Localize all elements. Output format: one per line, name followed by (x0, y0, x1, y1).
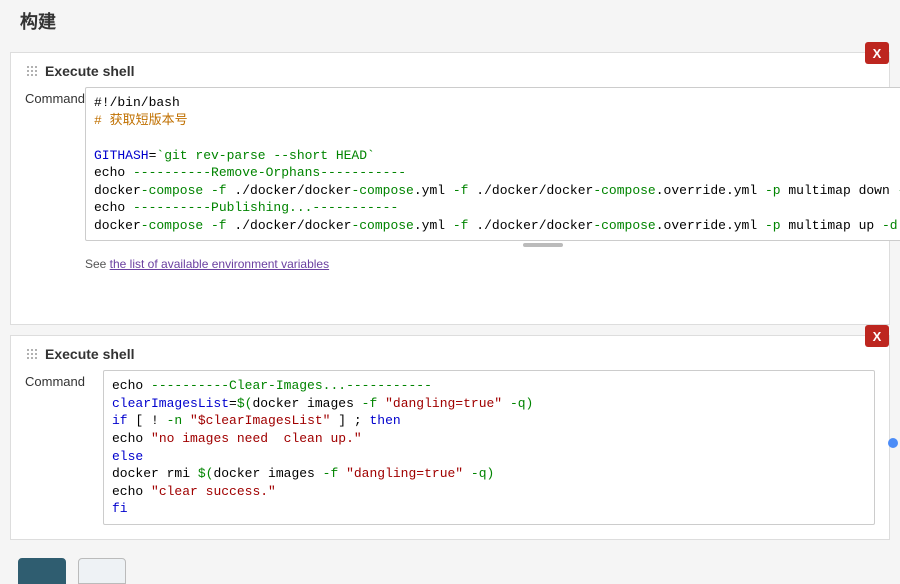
command-code[interactable]: #!/bin/bash # 获取短版本号 GITHASH=`git rev-pa… (86, 88, 900, 240)
delete-step-button[interactable]: X (865, 42, 889, 64)
step-title: Execute shell (45, 63, 135, 79)
command-code[interactable]: echo ----------Clear-Images...----------… (104, 371, 874, 523)
resize-handle[interactable] (85, 241, 900, 249)
drag-handle-icon[interactable] (25, 64, 39, 78)
env-help-text: See the list of available environment va… (85, 257, 900, 271)
command-label: Command (25, 370, 103, 389)
section-title: 构建 (10, 0, 890, 42)
delete-step-button[interactable]: X (865, 325, 889, 347)
bottom-tab[interactable] (18, 558, 66, 584)
step-title: Execute shell (45, 346, 135, 362)
command-label: Command (25, 87, 85, 106)
command-textarea[interactable]: #!/bin/bash # 获取短版本号 GITHASH=`git rev-pa… (85, 87, 900, 241)
command-textarea[interactable]: echo ----------Clear-Images...----------… (103, 370, 875, 524)
build-step: X Execute shell Command echo ----------C… (10, 335, 890, 539)
bottom-tab[interactable] (78, 558, 126, 584)
bottom-tab-bar (10, 558, 890, 584)
build-step: X Execute shell Command #!/bin/bash # 获取… (10, 52, 890, 325)
help-icon[interactable] (888, 438, 898, 448)
env-vars-link[interactable]: the list of available environment variab… (110, 257, 329, 271)
drag-handle-icon[interactable] (25, 347, 39, 361)
